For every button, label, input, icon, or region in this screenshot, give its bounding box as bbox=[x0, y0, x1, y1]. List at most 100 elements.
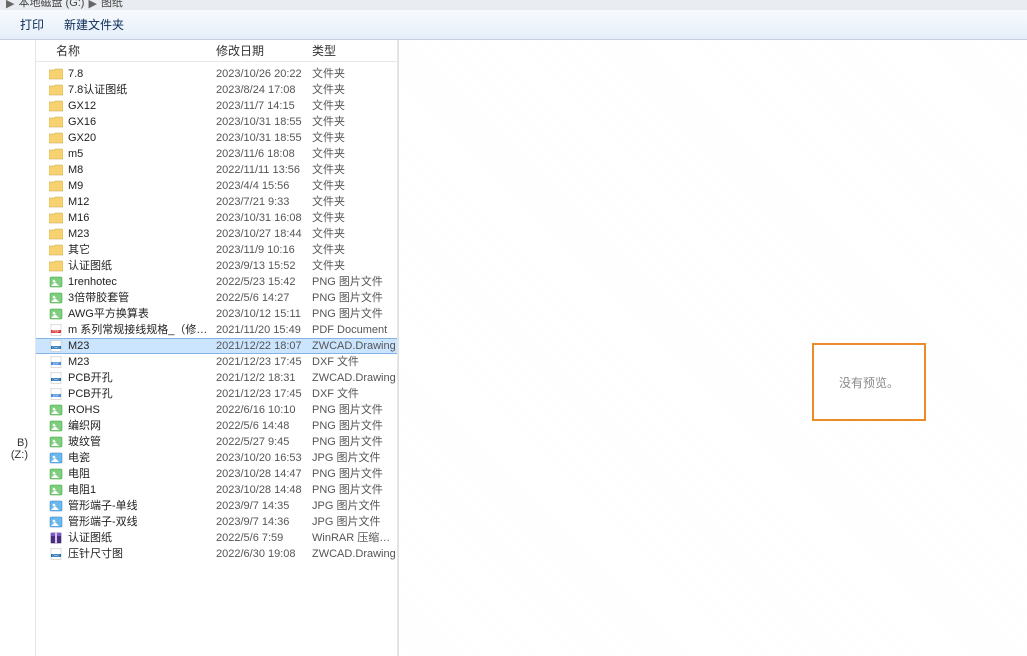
file-date: 2023/8/24 17:08 bbox=[216, 82, 312, 98]
file-row[interactable]: M162023/10/31 16:08文件夹 bbox=[36, 210, 397, 226]
file-name: M12 bbox=[68, 194, 216, 210]
file-row[interactable]: DWG压针尺寸图2022/6/30 19:08ZWCAD.Drawing bbox=[36, 546, 397, 562]
column-name[interactable]: 名称 bbox=[36, 42, 216, 59]
folder-icon bbox=[48, 131, 64, 145]
file-type: PNG 图片文件 bbox=[312, 306, 397, 322]
file-date: 2023/10/20 16:53 bbox=[216, 450, 312, 466]
file-name: M9 bbox=[68, 178, 216, 194]
file-row[interactable]: 电阻2023/10/28 14:47PNG 图片文件 bbox=[36, 466, 397, 482]
file-row[interactable]: 管形端子-双线2023/9/7 14:36JPG 图片文件 bbox=[36, 514, 397, 530]
dwg-icon: DWG bbox=[48, 547, 64, 561]
png-icon bbox=[48, 467, 64, 481]
file-row[interactable]: AWG平方换算表2023/10/12 15:11PNG 图片文件 bbox=[36, 306, 397, 322]
file-row[interactable]: 电瓷2023/10/20 16:53JPG 图片文件 bbox=[36, 450, 397, 466]
dwg-icon: DWG bbox=[48, 371, 64, 385]
file-name: ROHS bbox=[68, 402, 216, 418]
file-name: 电阻 bbox=[68, 466, 216, 482]
file-row[interactable]: GX122023/11/7 14:15文件夹 bbox=[36, 98, 397, 114]
file-date: 2021/11/20 15:49 bbox=[216, 322, 312, 338]
file-type: 文件夹 bbox=[312, 194, 397, 210]
file-type: PDF Document bbox=[312, 322, 397, 338]
file-row[interactable]: GX202023/10/31 18:55文件夹 bbox=[36, 130, 397, 146]
print-button[interactable]: 打印 bbox=[20, 16, 44, 33]
file-row[interactable]: DXFM232021/12/23 17:45DXF 文件 bbox=[36, 354, 397, 370]
file-row[interactable]: M92023/4/4 15:56文件夹 bbox=[36, 178, 397, 194]
file-type: 文件夹 bbox=[312, 114, 397, 130]
file-type: ZWCAD.Drawing bbox=[312, 370, 397, 386]
file-date: 2022/5/27 9:45 bbox=[216, 434, 312, 450]
svg-text:DXF: DXF bbox=[53, 362, 59, 366]
new-folder-button[interactable]: 新建文件夹 bbox=[64, 16, 124, 33]
file-date: 2023/9/7 14:36 bbox=[216, 514, 312, 530]
file-name: 玻纹管 bbox=[68, 434, 216, 450]
file-row[interactable]: 3倍带胶套管2022/5/6 14:27PNG 图片文件 bbox=[36, 290, 397, 306]
file-type: 文件夹 bbox=[312, 258, 397, 274]
file-date: 2021/12/23 17:45 bbox=[216, 386, 312, 402]
navigation-pane[interactable]: B) (Z:) bbox=[0, 40, 36, 656]
file-row[interactable]: DXFPCB开孔2021/12/23 17:45DXF 文件 bbox=[36, 386, 397, 402]
file-row[interactable]: 1renhotec2022/5/23 15:42PNG 图片文件 bbox=[36, 274, 397, 290]
file-row[interactable]: M82022/11/11 13:56文件夹 bbox=[36, 162, 397, 178]
dxf-icon: DXF bbox=[48, 355, 64, 369]
file-name: M23 bbox=[68, 226, 216, 242]
file-row[interactable]: 认证图纸2022/5/6 7:59WinRAR 压缩文… bbox=[36, 530, 397, 546]
file-name: 电阻1 bbox=[68, 482, 216, 498]
file-type: DXF 文件 bbox=[312, 354, 397, 370]
file-row[interactable]: 电阻12023/10/28 14:48PNG 图片文件 bbox=[36, 482, 397, 498]
file-row[interactable]: 编织网2022/5/6 14:48PNG 图片文件 bbox=[36, 418, 397, 434]
file-date: 2023/10/31 18:55 bbox=[216, 130, 312, 146]
file-row[interactable]: 7.8认证图纸2023/8/24 17:08文件夹 bbox=[36, 82, 397, 98]
file-date: 2023/11/9 10:16 bbox=[216, 242, 312, 258]
file-list[interactable]: 7.82023/10/26 20:22文件夹7.8认证图纸2023/8/24 1… bbox=[36, 62, 397, 562]
file-date: 2023/7/21 9:33 bbox=[216, 194, 312, 210]
file-row[interactable]: DWGM232021/12/22 18:07ZWCAD.Drawing bbox=[36, 338, 397, 354]
folder-icon bbox=[48, 227, 64, 241]
file-row[interactable]: M232023/10/27 18:44文件夹 bbox=[36, 226, 397, 242]
file-row[interactable]: m52023/11/6 18:08文件夹 bbox=[36, 146, 397, 162]
file-row[interactable]: 7.82023/10/26 20:22文件夹 bbox=[36, 66, 397, 82]
png-icon bbox=[48, 291, 64, 305]
breadcrumb-sep-icon: ▶ bbox=[6, 0, 14, 10]
file-list-pane: 名称 修改日期 类型 7.82023/10/26 20:22文件夹7.8认证图纸… bbox=[36, 40, 398, 656]
folder-icon bbox=[48, 99, 64, 113]
file-name: PCB开孔 bbox=[68, 386, 216, 402]
png-icon bbox=[48, 483, 64, 497]
file-row[interactable]: 管形端子-单线2023/9/7 14:35JPG 图片文件 bbox=[36, 498, 397, 514]
column-type[interactable]: 类型 bbox=[312, 42, 397, 59]
file-row[interactable]: 认证图纸2023/9/13 15:52文件夹 bbox=[36, 258, 397, 274]
png-icon bbox=[48, 307, 64, 321]
file-name: PCB开孔 bbox=[68, 370, 216, 386]
file-date: 2022/5/6 14:48 bbox=[216, 418, 312, 434]
drive-z-label[interactable]: B) (Z:) bbox=[0, 437, 32, 461]
file-row[interactable]: 玻纹管2022/5/27 9:45PNG 图片文件 bbox=[36, 434, 397, 450]
column-date[interactable]: 修改日期 bbox=[216, 42, 312, 59]
file-date: 2023/4/4 15:56 bbox=[216, 178, 312, 194]
file-row[interactable]: GX162023/10/31 18:55文件夹 bbox=[36, 114, 397, 130]
folder-icon bbox=[48, 211, 64, 225]
file-date: 2023/9/7 14:35 bbox=[216, 498, 312, 514]
folder-icon bbox=[48, 179, 64, 193]
file-row[interactable]: M122023/7/21 9:33文件夹 bbox=[36, 194, 397, 210]
file-row[interactable]: DWGPCB开孔2021/12/2 18:31ZWCAD.Drawing bbox=[36, 370, 397, 386]
breadcrumb-item-folder[interactable]: 图纸 bbox=[101, 0, 123, 10]
file-row[interactable]: 其它2023/11/9 10:16文件夹 bbox=[36, 242, 397, 258]
file-type: PNG 图片文件 bbox=[312, 290, 397, 306]
file-type: ZWCAD.Drawing bbox=[312, 338, 397, 354]
folder-icon bbox=[48, 163, 64, 177]
file-type: 文件夹 bbox=[312, 82, 397, 98]
file-type: PNG 图片文件 bbox=[312, 274, 397, 290]
folder-icon bbox=[48, 147, 64, 161]
file-row[interactable]: ROHS2022/6/16 10:10PNG 图片文件 bbox=[36, 402, 397, 418]
file-name: 1renhotec bbox=[68, 274, 216, 290]
svg-text:DXF: DXF bbox=[53, 394, 59, 398]
file-type: PNG 图片文件 bbox=[312, 418, 397, 434]
toolbar: 打印 新建文件夹 bbox=[0, 10, 1027, 40]
png-icon bbox=[48, 275, 64, 289]
file-row[interactable]: PDFm 系列常规接线规格_（修订版）2021/11/20 15:49PDF D… bbox=[36, 322, 397, 338]
file-date: 2023/11/7 14:15 bbox=[216, 98, 312, 114]
breadcrumb-item-drive[interactable]: 本地磁盘 (G:) bbox=[18, 0, 84, 10]
file-date: 2022/6/30 19:08 bbox=[216, 546, 312, 562]
file-date: 2023/10/12 15:11 bbox=[216, 306, 312, 322]
file-date: 2023/10/28 14:47 bbox=[216, 466, 312, 482]
column-headers[interactable]: 名称 修改日期 类型 bbox=[36, 40, 397, 62]
